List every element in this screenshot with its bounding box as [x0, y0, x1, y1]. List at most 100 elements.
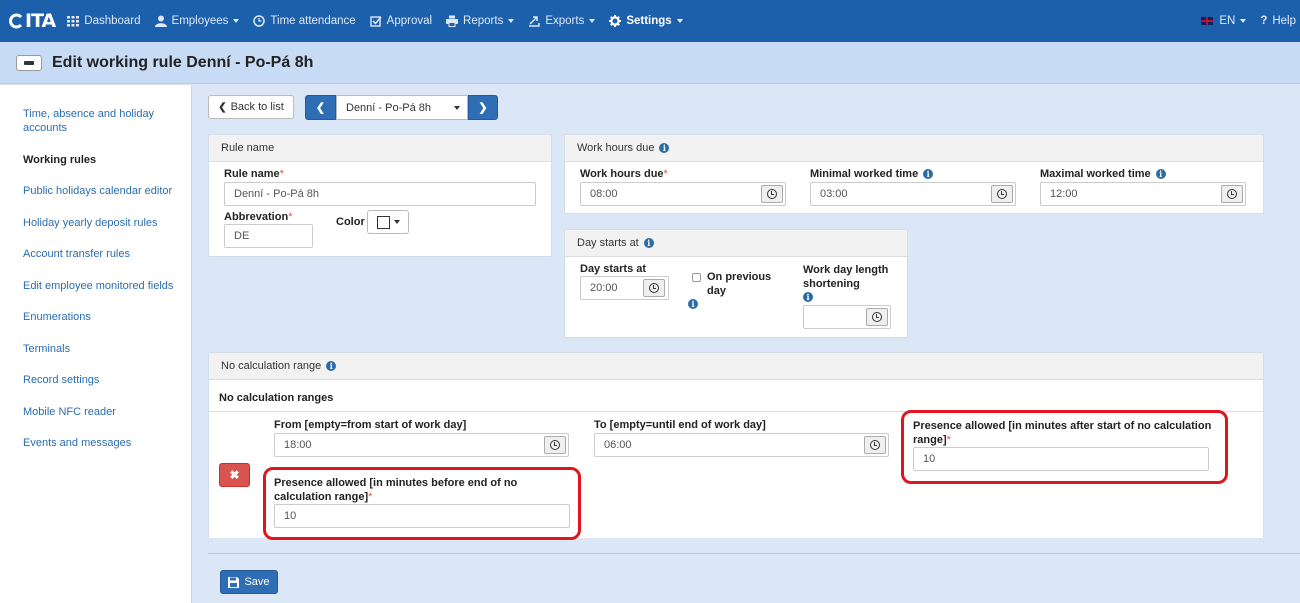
- work-hours-due-input[interactable]: 08:00: [580, 182, 786, 206]
- to-clock-button[interactable]: [864, 436, 886, 454]
- required-asterisk: *: [663, 168, 668, 180]
- nav-time-attendance[interactable]: Time attendance: [253, 15, 356, 27]
- clock-icon: [1227, 189, 1237, 199]
- nav-employees[interactable]: Employees: [154, 15, 240, 27]
- info-icon[interactable]: i: [923, 169, 934, 179]
- id-card-icon: [16, 54, 42, 71]
- highlight-annotation: [901, 410, 1228, 484]
- export-icon: [529, 16, 541, 27]
- minimal-worked-time-input[interactable]: 03:00: [810, 182, 1016, 206]
- to-input[interactable]: 06:00: [594, 433, 889, 457]
- nav-help[interactable]: ? Help: [1260, 15, 1296, 27]
- nav-exports[interactable]: Exports: [528, 15, 596, 27]
- sidebar-item-working-rules[interactable]: Working rules: [23, 153, 183, 167]
- nav-right: EN ? Help: [1201, 0, 1300, 42]
- settings-sidebar: Time, absence and holiday accounts Worki…: [0, 85, 192, 603]
- grid-icon: [67, 16, 80, 27]
- chevron-left-icon: ❮: [218, 101, 227, 113]
- nav-settings[interactable]: Settings: [609, 15, 683, 27]
- nav-reports[interactable]: Reports: [446, 15, 515, 27]
- day-starts-panel-title: Day starts at: [577, 237, 639, 249]
- rule-select[interactable]: Denní - Po-Pá 8h: [336, 95, 468, 120]
- back-to-list-button[interactable]: ❮ Back to list: [208, 95, 294, 119]
- save-button[interactable]: Save: [220, 570, 278, 594]
- info-icon[interactable]: i: [659, 143, 670, 153]
- nav-dashboard-label: Dashboard: [84, 15, 141, 27]
- nav-approval[interactable]: Approval: [369, 15, 433, 27]
- chevron-down-icon: [1240, 19, 1247, 23]
- work-hours-due-label-text: Work hours due: [580, 168, 664, 180]
- work-hours-due-label: Work hours due*: [580, 168, 668, 180]
- footer-divider: [208, 553, 1300, 554]
- from-label: From [empty=from start of work day]: [274, 419, 467, 431]
- work-hours-due-value: 08:00: [590, 188, 618, 200]
- day-starts-panel-header: Day starts at i: [565, 230, 907, 257]
- nav-help-label: Help: [1272, 15, 1296, 27]
- nav-time-attendance-label: Time attendance: [270, 15, 356, 27]
- next-rule-button[interactable]: ❯: [468, 95, 498, 120]
- sidebar-item-nfc-reader[interactable]: Mobile NFC reader: [23, 405, 183, 419]
- highlight-annotation: [263, 467, 581, 540]
- sidebar-item-holiday-deposit[interactable]: Holiday yearly deposit rules: [23, 216, 183, 230]
- on-previous-day-label-line1: On previous: [707, 271, 772, 283]
- sidebar-item-accounts[interactable]: Time, absence and holiday accounts: [23, 107, 183, 135]
- work-day-shortening-clock-button[interactable]: [866, 308, 888, 326]
- maximal-worked-time-label-text: Maximal worked time: [1040, 168, 1151, 180]
- previous-rule-button[interactable]: ❮: [305, 95, 336, 120]
- chevron-right-icon: ❯: [478, 102, 488, 114]
- top-navbar: ITA Dashboard Employees Time attendance …: [0, 0, 1300, 42]
- work-hours-due-clock-button[interactable]: [761, 185, 783, 203]
- day-starts-at-clock-button[interactable]: [643, 279, 665, 297]
- info-icon[interactable]: i: [803, 292, 813, 302]
- minimal-worked-time-value: 03:00: [820, 188, 848, 200]
- work-day-shortening-label: Work day length shortening: [803, 263, 888, 291]
- nav-approval-label: Approval: [386, 15, 433, 27]
- check-edit-icon: [369, 16, 382, 27]
- work-day-shortening-label-line1: Work day length: [803, 264, 889, 276]
- from-input[interactable]: 18:00: [274, 433, 569, 457]
- nav-employees-label: Employees: [171, 15, 229, 27]
- abbreviation-input[interactable]: DE: [224, 224, 313, 248]
- no-calculation-range-panel-title: No calculation range: [221, 360, 322, 372]
- nav-exports-label: Exports: [545, 15, 585, 27]
- maximal-worked-time-clock-button[interactable]: [1221, 185, 1243, 203]
- color-swatch: [376, 215, 390, 229]
- chevron-down-icon: [676, 19, 683, 23]
- question-icon: ?: [1260, 15, 1268, 27]
- abbreviation-label: Abbrevation*: [224, 211, 292, 223]
- rule-name-input[interactable]: Denní - Po-Pá 8h: [224, 182, 536, 206]
- language-selector[interactable]: EN: [1201, 15, 1247, 27]
- language-label: EN: [1219, 15, 1236, 27]
- rule-name-label-text: Rule name: [224, 168, 280, 180]
- delete-range-button[interactable]: ✖: [219, 463, 250, 487]
- sidebar-item-enumerations[interactable]: Enumerations: [23, 310, 183, 324]
- maximal-worked-time-input[interactable]: 12:00: [1040, 182, 1246, 206]
- info-icon[interactable]: i: [643, 238, 654, 248]
- on-previous-day-checkbox[interactable]: [692, 273, 701, 282]
- chevron-left-icon: ❮: [315, 102, 326, 114]
- nav-reports-label: Reports: [463, 15, 504, 27]
- sidebar-item-terminals[interactable]: Terminals: [23, 342, 183, 356]
- to-value: 06:00: [604, 439, 632, 451]
- sidebar-item-monitored-fields[interactable]: Edit employee monitored fields: [23, 279, 183, 293]
- info-icon[interactable]: i: [688, 299, 698, 309]
- abbreviation-label-text: Abbrevation: [224, 211, 289, 223]
- on-previous-day-label: On previous day: [707, 270, 771, 298]
- rule-name-label: Rule name*: [224, 168, 284, 180]
- nav-settings-label: Settings: [626, 15, 672, 27]
- logo-c-icon: [9, 13, 23, 29]
- color-picker-button[interactable]: [367, 210, 409, 234]
- info-icon[interactable]: i: [1155, 169, 1166, 179]
- sidebar-item-account-transfer[interactable]: Account transfer rules: [23, 247, 183, 261]
- nav-dashboard[interactable]: Dashboard: [67, 15, 141, 27]
- to-label: To [empty=until end of work day]: [594, 419, 766, 431]
- sidebar-item-public-holidays[interactable]: Public holidays calendar editor: [23, 184, 183, 198]
- dropdown-arrow-icon: [454, 106, 460, 110]
- minimal-worked-time-clock-button[interactable]: [991, 185, 1013, 203]
- ita-logo[interactable]: ITA: [8, 10, 56, 32]
- sidebar-item-events[interactable]: Events and messages: [23, 436, 183, 450]
- maximal-worked-time-value: 12:00: [1050, 188, 1078, 200]
- sidebar-item-record-settings[interactable]: Record settings: [23, 373, 183, 387]
- from-clock-button[interactable]: [544, 436, 566, 454]
- info-icon[interactable]: i: [326, 361, 337, 371]
